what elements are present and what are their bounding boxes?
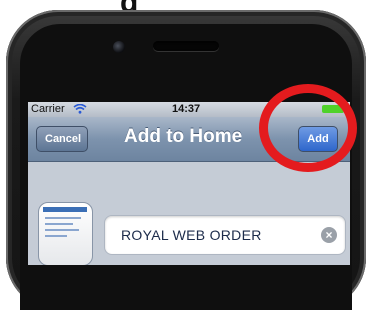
wifi-icon [73, 104, 87, 114]
bookmark-name-value: ROYAL WEB ORDER [121, 227, 262, 243]
nav-title: Add to Home [124, 126, 243, 147]
carrier-label: Carrier [31, 103, 65, 115]
icon-line [45, 223, 73, 225]
bookmark-name-field[interactable]: ROYAL WEB ORDER × [104, 215, 346, 255]
icon-line [45, 229, 79, 231]
icon-line [45, 217, 81, 219]
highlight-circle [259, 84, 357, 172]
cancel-button[interactable]: Cancel [36, 126, 88, 152]
icon-header-bar [43, 207, 87, 212]
camera-icon [113, 41, 125, 53]
bookmark-app-icon [38, 202, 93, 265]
speaker-grille [153, 41, 219, 51]
clear-icon[interactable]: × [321, 227, 337, 243]
status-time: 14:37 [172, 103, 201, 115]
icon-line [45, 235, 67, 237]
